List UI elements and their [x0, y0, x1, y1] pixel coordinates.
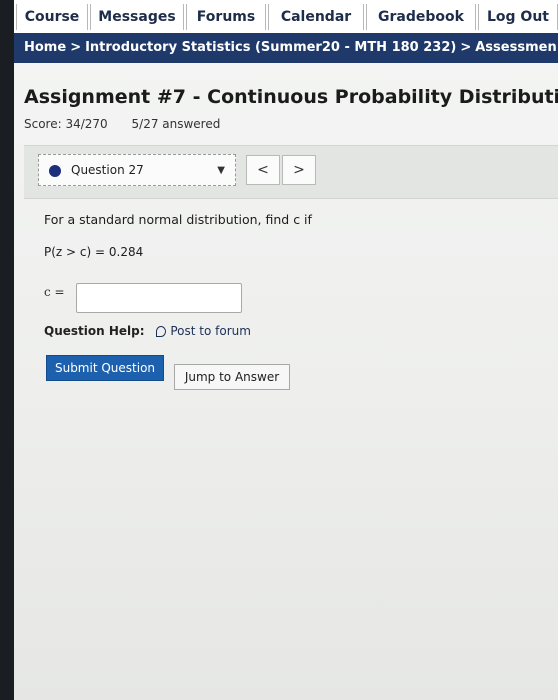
nav-tab-logout[interactable]: Log Out	[478, 4, 558, 30]
answered-count: 5/27 answered	[131, 117, 221, 131]
breadcrumb-home[interactable]: Home	[24, 40, 66, 55]
question-help-label: Question Help:	[44, 324, 145, 338]
page-title: Assignment #7 - Continuous Probability D…	[24, 86, 558, 108]
question-select[interactable]: Question 27 ▼	[38, 154, 236, 186]
breadcrumb: Home > Introductory Statistics (Summer20 -…	[14, 33, 558, 63]
question-nav-panel: Question 27 ▼ < >	[24, 145, 558, 199]
status-dot-icon	[49, 165, 61, 177]
question-equation: P(z > c) = 0.284	[44, 245, 144, 259]
question-help: Question Help: Post to forum	[44, 324, 251, 338]
answer-input[interactable]	[76, 283, 242, 313]
nav-tab-course[interactable]: Course	[16, 4, 88, 30]
breadcrumb-section[interactable]: Assessmen	[475, 40, 556, 55]
speech-bubble-icon	[156, 326, 167, 337]
breadcrumb-separator: >	[460, 40, 472, 55]
score-line: Score: 34/270 5/27 answered	[24, 117, 240, 131]
answer-label: c =	[44, 285, 65, 299]
post-to-forum-link[interactable]: Post to forum	[156, 324, 251, 338]
caret-down-icon: ▼	[217, 165, 225, 176]
prev-question-button[interactable]: <	[246, 155, 280, 185]
nav-tab-calendar[interactable]: Calendar	[268, 4, 364, 30]
next-question-button[interactable]: >	[282, 155, 316, 185]
question-select-value: Question 27	[71, 163, 144, 177]
jump-to-answer-button[interactable]: Jump to Answer	[174, 364, 290, 390]
nav-tab-forums[interactable]: Forums	[186, 4, 266, 30]
question-prompt: For a standard normal distribution, find…	[44, 212, 312, 227]
submit-question-button[interactable]: Submit Question	[46, 355, 164, 381]
breadcrumb-course[interactable]: Introductory Statistics (Summer20 - MTH …	[85, 40, 456, 55]
breadcrumb-separator: >	[70, 40, 82, 55]
post-to-forum-label: Post to forum	[170, 324, 251, 338]
nav-tab-messages[interactable]: Messages	[90, 4, 184, 30]
top-nav: Course Messages Forums Calendar Gradeboo…	[14, 0, 558, 34]
nav-tab-gradebook[interactable]: Gradebook	[366, 4, 476, 30]
screen: Course Messages Forums Calendar Gradeboo…	[14, 0, 558, 700]
score-text: Score: 34/270	[24, 117, 108, 131]
